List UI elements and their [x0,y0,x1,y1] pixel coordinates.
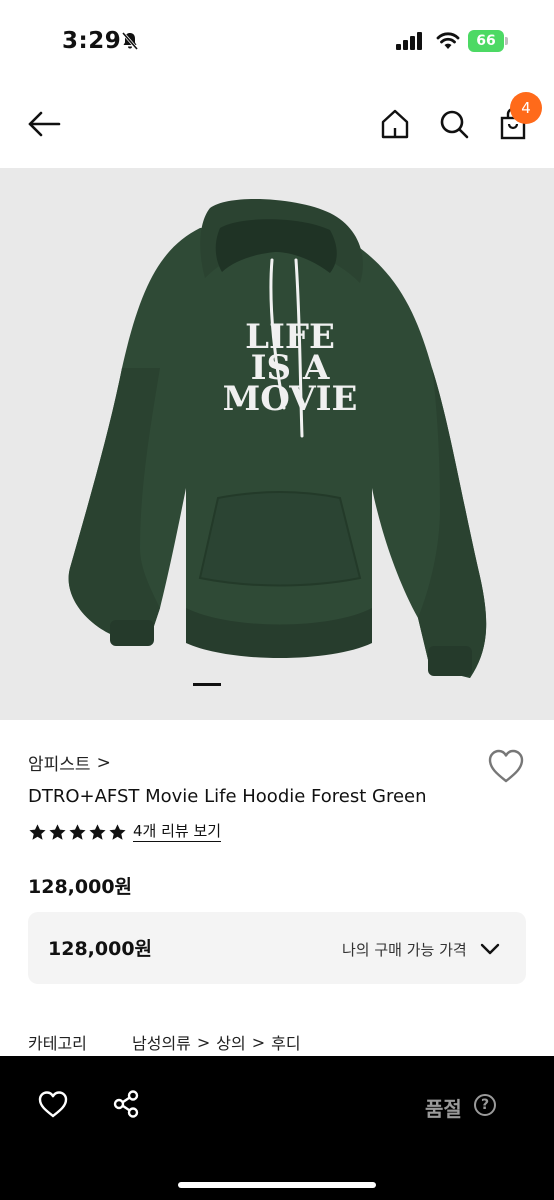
search-button[interactable] [436,106,472,142]
crumb-separator: > [196,1032,211,1052]
brand-chevron-icon: > [96,752,111,773]
category-crumb-1[interactable]: 남성의류 [132,1030,191,1054]
category-label: 카테고리 [28,1034,87,1053]
status-time: 3:29 [62,28,122,54]
star-rating [28,823,127,842]
battery-level: 66 [468,30,504,52]
product-image[interactable]: LIFE IS A MOVIE [0,168,554,720]
rating-row: 4개 리뷰 보기 [28,822,222,842]
product-price: 128,000원 [28,876,133,898]
chevron-down-icon [480,943,500,955]
wishlist-heart-icon[interactable] [487,748,525,784]
battery-cap [505,37,508,45]
product-title: DTRO+AFST Movie Life Hoodie Forest Green [28,786,427,807]
home-indicator [178,1182,376,1188]
help-icon[interactable]: ? [474,1094,496,1116]
back-button[interactable] [26,106,62,142]
top-nav [0,84,554,168]
star-icon [49,823,66,840]
share-icon[interactable] [111,1089,141,1119]
carousel-indicator [193,683,221,686]
bell-off-icon [121,32,139,50]
print-line-3: MOVIE [223,379,358,419]
home-icon [381,109,409,139]
review-link[interactable]: 4개 리뷰 보기 [133,822,222,842]
signal-icon [396,32,422,50]
star-icon [29,823,46,840]
sold-out-label: 품절 [425,1097,462,1121]
star-icon [69,823,86,840]
star-icon [89,823,106,840]
hoodie-illustration: LIFE IS A MOVIE [68,198,487,679]
crumb-separator: > [251,1032,266,1052]
heart-icon[interactable] [38,1090,68,1118]
category-row: 카테고리 남성의류 > 상의 > 후디 [28,1030,301,1054]
wifi-icon [436,32,460,49]
category-crumb-2[interactable]: 상의 [216,1030,245,1054]
my-price-box[interactable]: 128,000원 나의 구매 가능 가격 [28,912,526,984]
cart-count-badge: 4 [510,92,542,124]
search-icon [440,110,469,139]
back-arrow-icon [28,111,61,137]
star-icon [109,823,126,840]
category-crumb-3[interactable]: 후디 [271,1030,300,1054]
brand-link[interactable]: 암피스트 > [28,750,111,776]
brand-name: 암피스트 [28,755,91,775]
home-button[interactable] [377,106,413,142]
status-bar: 3:29 66 [0,0,554,84]
battery-icon: 66 [468,30,508,52]
bottom-action-bar: 품절 ? [0,1056,554,1200]
my-price-value: 128,000원 [48,938,153,960]
my-price-label: 나의 구매 가능 가격 [342,941,467,959]
